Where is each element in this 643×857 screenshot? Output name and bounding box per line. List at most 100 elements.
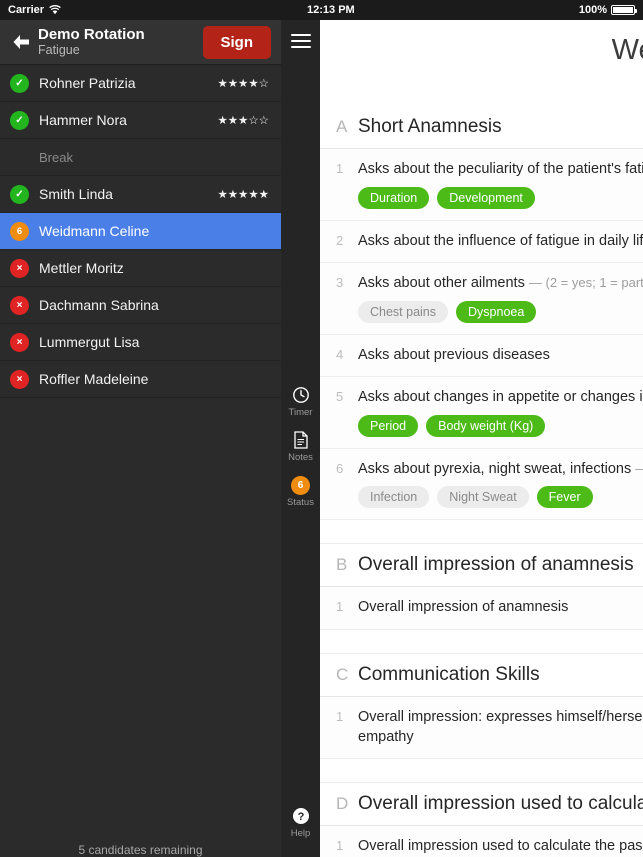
candidate-row[interactable]: ✓ Rohner Patrizia ★★★★☆ <box>0 65 281 102</box>
candidate-row[interactable]: × Mettler Moritz <box>0 250 281 287</box>
checklist-item-row[interactable]: 3 Asks about other ailments — (2 = yes; 1… <box>320 263 643 335</box>
wifi-icon <box>49 5 61 15</box>
item-text: Overall impression of anamnesis <box>358 599 569 616</box>
status-check-icon: ✓ <box>10 184 29 204</box>
item-body: Asks about the peculiarity of the patien… <box>358 160 643 209</box>
checklist-item-row[interactable]: 5 Asks about changes in appetite or chang… <box>320 377 643 449</box>
section-header: C Communication Skills <box>320 654 643 697</box>
clock-label: 12:13 PM <box>307 4 355 16</box>
rail-label-help: Help <box>290 828 311 839</box>
section-title: Short Anamnesis <box>358 116 502 137</box>
break-label: Break <box>39 149 73 165</box>
app-root: Carrier 12:13 PM 100% Demo Rotation Fati… <box>0 0 643 857</box>
checklist-item-row[interactable]: 2 Asks about the influence of fatigue in … <box>320 220 643 264</box>
item-text: Asks about the influence of fatigue in d… <box>358 232 643 249</box>
status-bar-left: Carrier <box>8 4 289 16</box>
carrier-label: Carrier <box>8 4 45 16</box>
tool-rail: Timer Notes 6 Status ? Help <box>281 20 320 857</box>
break-row[interactable]: Break <box>0 139 281 176</box>
item-body: Asks about the influence of fatigue in d… <box>358 232 643 252</box>
item-text-line: Asks about previous diseases <box>358 346 643 366</box>
item-tag[interactable]: Dyspnoea <box>456 300 537 323</box>
item-body: Asks about previous diseases <box>358 346 643 366</box>
status-count-badge: 6 <box>291 475 310 495</box>
item-text: Overall impression: expresses himself/he… <box>358 708 643 745</box>
item-text: Overall impression used to calculate the… <box>358 838 643 855</box>
item-body: Asks about other ailments — (2 = yes; 1 … <box>358 274 643 323</box>
item-tag[interactable]: Development <box>437 186 535 209</box>
checklist-item-row[interactable]: 1 Overall impression: expresses himself/h… <box>320 696 643 760</box>
rail-item-timer[interactable]: Timer <box>281 385 320 418</box>
rotation-title: Demo Rotation <box>38 26 145 43</box>
item-number: 5 <box>336 389 344 405</box>
checklist-sections: A Short Anamnesis 1 Asks about the peculiar… <box>320 106 643 857</box>
help-inner[interactable]: ? Help <box>281 806 320 839</box>
sign-button[interactable]: Sign <box>202 25 271 59</box>
rail-item-help[interactable]: ? Help <box>281 806 320 851</box>
clock-icon <box>291 385 311 405</box>
candidate-name: Hammer Nora <box>39 112 127 128</box>
page-subtitle: Checklist «Fatigue» <box>320 71 643 86</box>
item-tag[interactable]: Night Sweat <box>437 486 529 509</box>
question-mark-icon: ? <box>291 806 311 826</box>
status-badge-icon: 6 <box>291 475 311 495</box>
section-title: Overall impression of anamnesis <box>358 554 634 576</box>
hamburger-menu-icon[interactable] <box>290 34 311 48</box>
item-number: 2 <box>336 232 344 248</box>
candidate-list: ✓ Rohner Patrizia ★★★★☆ ✓ Hammer Nora ★★★☆☆ Br… <box>0 65 281 829</box>
item-tags: Infection Night Sweat Fever <box>358 486 643 509</box>
main-body: Demo Rotation Fatigue Sign ✓ Rohner Patri… <box>0 20 643 857</box>
checklist-item-row[interactable]: 6 Asks about pyrexia, night sweat, infect… <box>320 448 643 521</box>
rail-item-status[interactable]: 6 Status <box>281 475 320 508</box>
candidate-name: Weidmann Celine <box>39 223 150 239</box>
candidate-row[interactable]: 6 Weidmann Celine <box>0 213 281 250</box>
section-letter: C <box>336 664 349 684</box>
item-tags: Chest pains Dyspnoea <box>358 300 643 323</box>
rail-label-notes: Notes <box>288 452 313 463</box>
status-check-icon: ✓ <box>10 110 29 130</box>
candidate-row[interactable]: ✓ Smith Linda ★★★★★ <box>0 176 281 213</box>
checklist-item-row[interactable]: 1 Overall impression used to calculate th… <box>320 826 643 857</box>
item-text-line: Overall impression: expresses himself/he… <box>358 708 643 747</box>
item-number: 4 <box>336 346 344 362</box>
candidate-name: Dachmann Sabrina <box>39 297 159 313</box>
candidate-row[interactable]: × Dachmann Sabrina <box>0 287 281 324</box>
candidate-row[interactable]: × Roffler Madeleine <box>0 361 281 398</box>
item-text-line: Asks about the influence of fatigue in d… <box>358 232 643 252</box>
back-button[interactable] <box>6 27 36 57</box>
item-text-line: Overall impression of anamnesis <box>358 598 643 618</box>
status-cross-icon: × <box>10 369 29 389</box>
rail-item-notes[interactable]: Notes <box>281 430 320 463</box>
item-tag[interactable]: Fever <box>536 486 593 509</box>
item-body: Asks about pyrexia, night sweat, infecti… <box>358 460 643 509</box>
section-title: Communication Skills <box>358 663 540 685</box>
item-tag[interactable]: Period <box>358 414 419 437</box>
checklist-item-row[interactable]: 1 Asks about the peculiarity of the patie… <box>320 149 643 221</box>
item-text: Asks about previous diseases <box>358 346 550 363</box>
item-text-line: Overall impression used to calculate the… <box>358 837 643 857</box>
item-text-line: Asks about other ailments — (2 = yes; 1 … <box>358 274 643 294</box>
item-text: Asks about the peculiarity of the patien… <box>358 161 643 177</box>
status-cross-icon: × <box>10 258 29 278</box>
rating-stars: ★★★★★ <box>217 189 269 201</box>
item-tag[interactable]: Chest pains <box>358 300 449 323</box>
item-tag[interactable]: Duration <box>358 186 430 209</box>
candidate-name: Rohner Patrizia <box>39 75 136 91</box>
item-number: 1 <box>336 599 344 615</box>
checklist-item-row[interactable]: 1 Overall impression of anamnesis <box>320 587 643 630</box>
item-tag[interactable]: Infection <box>358 486 430 509</box>
checklist-item-row[interactable]: 4 Asks about previous diseases <box>320 334 643 378</box>
item-number: 1 <box>336 838 344 854</box>
panel-header: Demo Rotation Fatigue Sign <box>0 20 281 65</box>
item-note: — (2 = yes; 1 = partially) <box>528 275 643 291</box>
item-tag[interactable]: Body weight (Kg) <box>426 414 546 437</box>
item-body: Asks about changes in appetite or change… <box>358 388 643 437</box>
battery-icon <box>611 5 637 15</box>
candidate-row[interactable]: ✓ Hammer Nora ★★★☆☆ <box>0 102 281 139</box>
item-body: Overall impression: expresses himself/he… <box>358 708 643 747</box>
candidate-row[interactable]: × Lummergut Lisa <box>0 324 281 361</box>
candidate-name: Roffler Madeleine <box>39 371 149 387</box>
item-body: Overall impression of anamnesis <box>358 598 643 618</box>
rating-stars: ★★★★☆ <box>217 78 269 90</box>
item-number: 1 <box>336 161 344 176</box>
